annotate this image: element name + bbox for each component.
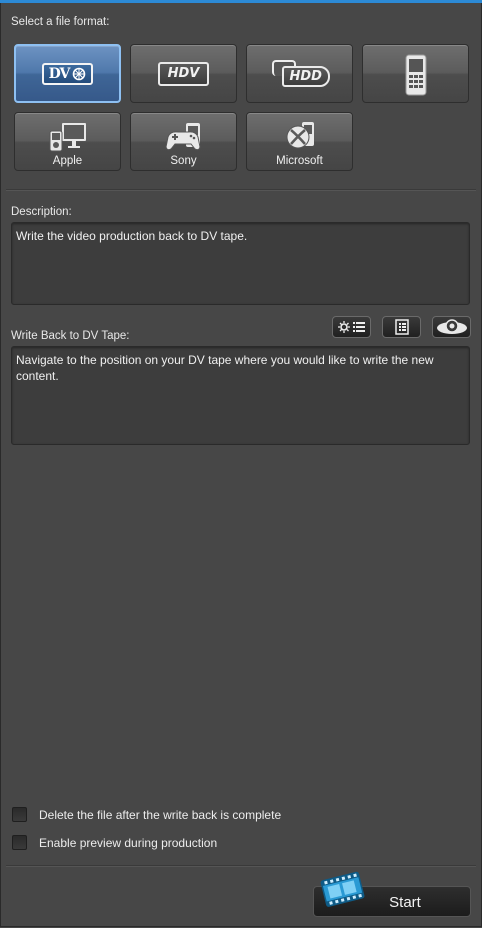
format-section-label: Select a file format: [11, 16, 110, 28]
settings-list-icon [337, 321, 365, 333]
format-sony-button[interactable]: Sony [130, 112, 237, 171]
delete-after-label: Delete the file after the write back is … [39, 808, 282, 822]
info-list-icon [394, 319, 409, 335]
write-back-label: Write Back to DV Tape: [11, 330, 130, 342]
footer-divider [6, 865, 476, 867]
format-hdd-button[interactable]: HDD [246, 44, 353, 103]
description-label: Description: [11, 206, 72, 218]
info-list-button[interactable] [382, 316, 421, 338]
section-divider [6, 189, 476, 191]
format-hdv-button[interactable]: HDV [130, 44, 237, 103]
format-dv-button[interactable]: DV [14, 44, 121, 103]
description-textarea[interactable]: Write the video production back to DV ta… [11, 222, 470, 305]
xbox-icon [286, 122, 314, 149]
sony-caption: Sony [170, 155, 197, 167]
format-apple-button[interactable]: Apple [14, 112, 121, 171]
mobile-phone-icon [405, 54, 426, 96]
film-strip-icon [320, 871, 365, 907]
enable-preview-checkbox[interactable] [12, 835, 27, 850]
apple-devices-icon [49, 123, 86, 152]
hdv-icon: HDV [157, 62, 210, 86]
format-mobile-button[interactable] [362, 44, 469, 103]
settings-list-button[interactable] [332, 316, 371, 338]
dv-icon: DV [41, 63, 94, 85]
hdd-icon: HDD [271, 60, 330, 88]
microsoft-caption: Microsoft [276, 155, 323, 167]
delete-after-checkbox[interactable] [12, 807, 27, 822]
enable-preview-label: Enable preview during production [39, 836, 218, 850]
sony-gamepad-icon [164, 123, 201, 151]
start-button-label: Start [389, 894, 421, 911]
write-back-textarea[interactable]: Navigate to the position on your DV tape… [11, 346, 470, 445]
preview-eye-icon [436, 319, 467, 334]
apple-caption: Apple [52, 155, 83, 167]
preview-eye-button[interactable] [432, 316, 471, 338]
format-microsoft-button[interactable]: Microsoft [246, 112, 353, 171]
